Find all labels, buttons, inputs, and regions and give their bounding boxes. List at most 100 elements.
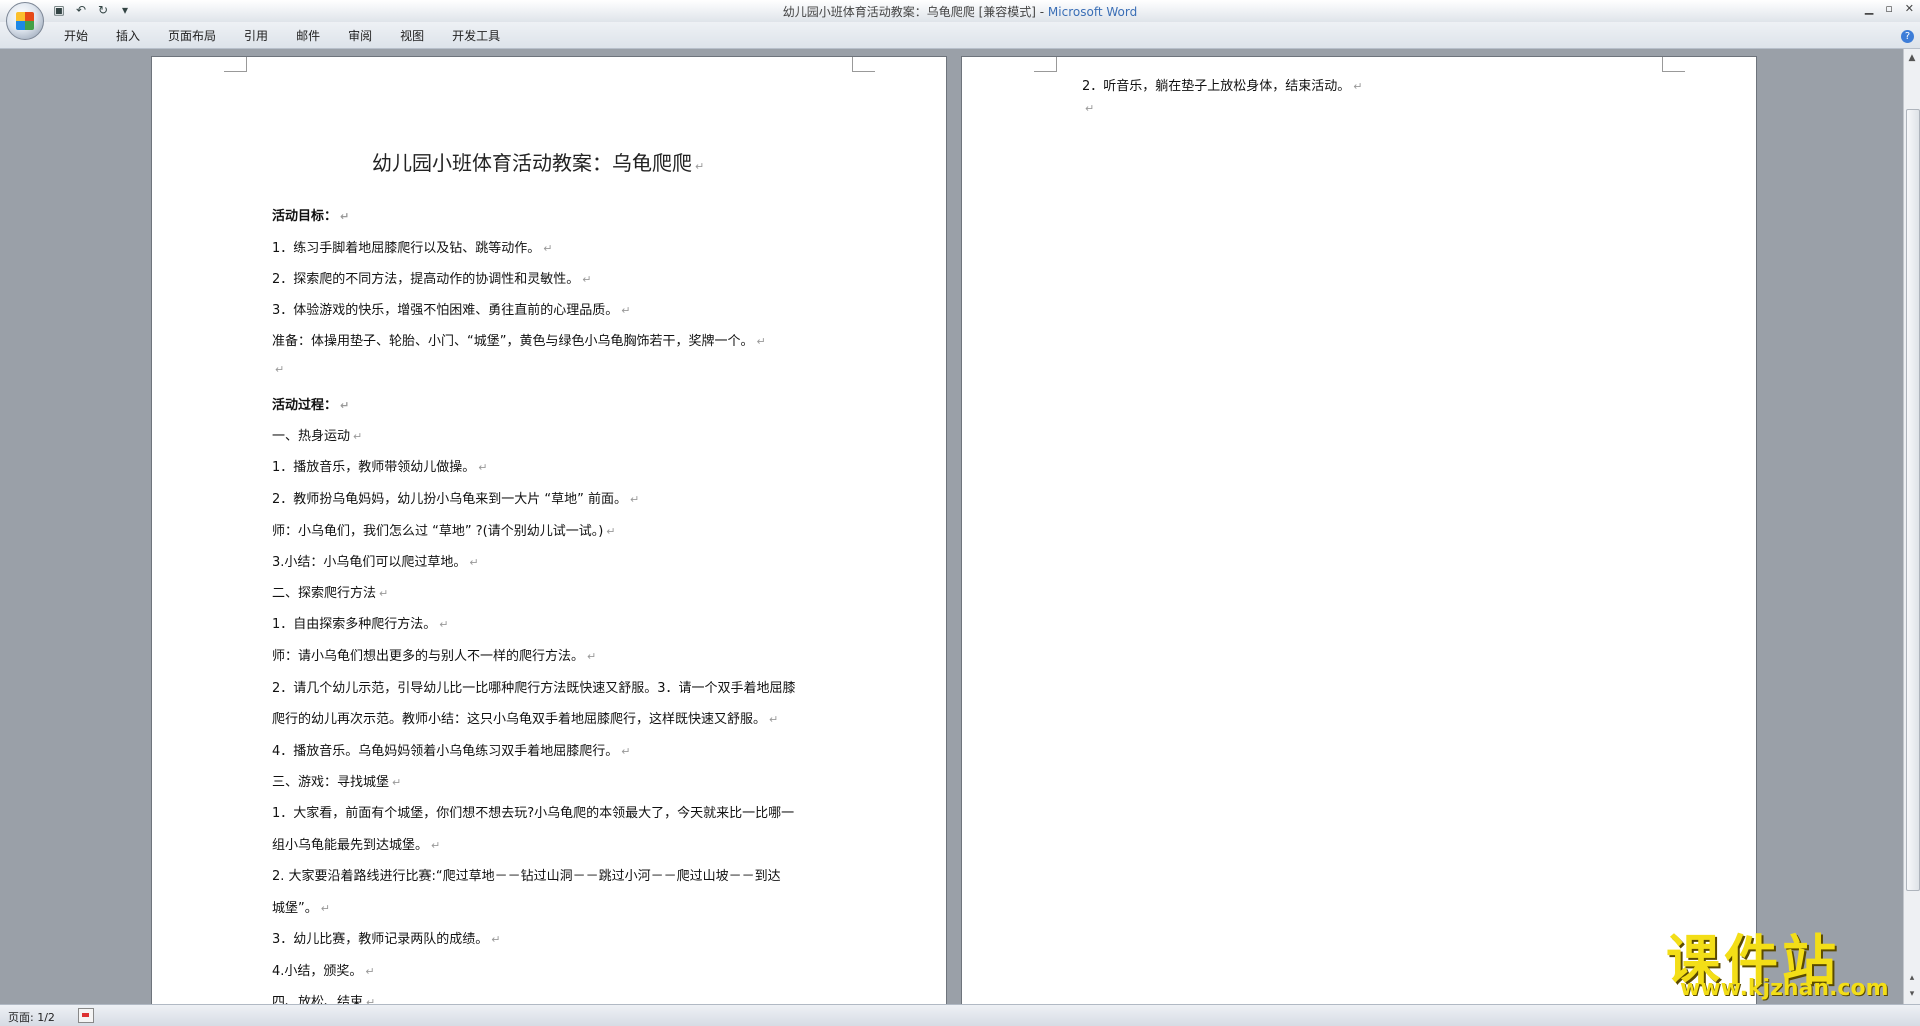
paragraph-mark-icon: ↵	[392, 776, 402, 789]
paragraph-mark-icon: ↵	[587, 650, 597, 663]
minimize-icon[interactable]: ▁	[1865, 2, 1873, 15]
scroll-up-icon[interactable]: ▲	[1905, 51, 1919, 65]
prev-page-icon[interactable]: ▴	[1905, 971, 1919, 985]
paragraph-mark-icon: ↵	[320, 902, 330, 915]
line-text: 2．听音乐，躺在垫子上放松身体，结束活动。	[1082, 79, 1351, 94]
paragraph-mark-icon: ↵	[621, 304, 631, 317]
tab-review[interactable]: 审阅	[334, 28, 386, 44]
document-page-1[interactable]: 幼儿园小班体育活动教案：乌龟爬爬 ↵ 活动目标： ↵ 1．练习手脚着地屈膝爬行以及钻、跳…	[152, 57, 946, 1004]
office-logo-icon	[16, 12, 34, 30]
line-text: 活动目标：	[272, 209, 338, 224]
line-text: 四、放松、结束	[272, 995, 364, 1004]
line-text: 师：请小乌龟们想出更多的与别人不一样的爬行方法。	[272, 649, 585, 664]
paragraph-mark-icon: ↵	[439, 618, 449, 631]
page-1-line: 2．探索爬的不同方法，提高动作的协调性和灵敏性。 ↵	[272, 268, 592, 287]
paragraph-mark-icon: ↵	[340, 399, 350, 412]
paragraph-mark-icon: ↵	[695, 160, 705, 173]
margin-marker	[852, 57, 875, 72]
close-icon[interactable]: ✕	[1905, 2, 1914, 15]
line-text: 组小乌龟能最先到达城堡。	[272, 838, 429, 853]
line-text: 城堡”。	[272, 901, 318, 916]
page-1-line: 4．播放音乐。乌龟妈妈领着小乌龟练习双手着地屈膝爬行。 ↵	[272, 740, 631, 759]
paragraph-mark-icon: ↵	[543, 242, 553, 255]
line-text: 三、游戏：寻找城堡	[272, 775, 390, 790]
line-text: 1．自由探索多种爬行方法。	[272, 617, 437, 632]
line-text: 幼儿园小班体育活动教案：乌龟爬爬	[372, 151, 692, 175]
line-text: 一、热身运动	[272, 429, 351, 444]
page-1-line: 三、游戏：寻找城堡 ↵	[272, 771, 401, 790]
margin-marker	[224, 57, 247, 72]
paragraph-mark-icon: ↵	[365, 965, 375, 978]
next-page-icon[interactable]: ▾	[1905, 987, 1919, 1001]
line-text: 4．播放音乐。乌龟妈妈领着小乌龟练习双手着地屈膝爬行。	[272, 744, 619, 759]
watermark-url: www.kjzhan.com	[1680, 976, 1889, 1001]
paragraph-mark-icon: ↵	[582, 273, 592, 286]
paragraph-mark-icon: ↵	[353, 430, 363, 443]
page-1-line: 3．幼儿比赛，教师记录两队的成绩。 ↵	[272, 928, 501, 947]
scroll-thumb[interactable]	[1906, 109, 1920, 891]
paragraph-mark-icon: ↵	[1085, 102, 1095, 115]
page-2-line: 2．听音乐，躺在垫子上放松身体，结束活动。 ↵	[1082, 75, 1363, 94]
page-1-line: ↵	[272, 362, 284, 377]
document-workspace[interactable]: 幼儿园小班体育活动教案：乌龟爬爬 ↵ 活动目标： ↵ 1．练习手脚着地屈膝爬行以及钻、跳…	[0, 49, 1904, 1004]
page-1-line: 城堡”。 ↵	[272, 897, 330, 916]
tab-page-layout[interactable]: 页面布局	[154, 28, 230, 44]
document-title: 幼儿园小班体育活动教案：乌龟爬爬 [兼容模式] -	[782, 5, 1048, 19]
tab-view[interactable]: 视图	[386, 28, 438, 44]
tab-references[interactable]: 引用	[230, 28, 282, 44]
page-1-line: 2. 大家要沿着路线进行比赛:“爬过草地－－钻过山洞－－跳过小河－－爬过山坡－－…	[272, 865, 781, 884]
line-text: 2．教师扮乌龟妈妈，幼儿扮小乌龟来到一大片 “草地” 前面。	[272, 492, 628, 507]
paragraph-mark-icon: ↵	[366, 996, 376, 1004]
page-1-line: 4.小结，颁奖。 ↵	[272, 960, 375, 979]
watermark-logo: 课件站 www.kjzhan.com	[1666, 916, 1898, 1008]
page-1-line: 1．大家看，前面有个城堡，你们想不想去玩?小乌龟爬的本领最大了，今天就来比一比哪…	[272, 802, 794, 821]
page-1-line: 2．教师扮乌龟妈妈，幼儿扮小乌龟来到一大片 “草地” 前面。 ↵	[272, 488, 639, 507]
line-text: 活动过程：	[272, 398, 338, 413]
tab-developer[interactable]: 开发工具	[438, 28, 514, 44]
page-1-line: 活动目标： ↵	[272, 205, 349, 224]
margin-marker	[1034, 57, 1057, 72]
paragraph-mark-icon: ↵	[469, 556, 479, 569]
tab-mailings[interactable]: 邮件	[282, 28, 334, 44]
paragraph-mark-icon: ↵	[340, 210, 350, 223]
window-controls: ▁ ▫ ✕	[1865, 2, 1914, 15]
page-count[interactable]: 页面: 1/2	[8, 1009, 55, 1025]
line-text: 爬行的幼儿再次示范。教师小结：这只小乌龟双手着地屈膝爬行，这样既快速又舒服。	[272, 712, 767, 727]
page-1-line: 师：请小乌龟们想出更多的与别人不一样的爬行方法。 ↵	[272, 645, 596, 664]
line-text: 准备：体操用垫子、轮胎、小门、“城堡”，黄色与绿色小乌龟胸饰若干，奖牌一个。	[272, 334, 754, 349]
page-1-line: 3.小结：小乌龟们可以爬过草地。 ↵	[272, 551, 479, 570]
paragraph-mark-icon: ↵	[630, 493, 640, 506]
office-button[interactable]	[6, 2, 44, 40]
line-text: 4.小结，颁奖。	[272, 964, 363, 979]
paragraph-mark-icon: ↵	[769, 713, 779, 726]
page-1-line: 活动过程： ↵	[272, 394, 349, 413]
line-text: 3.小结：小乌龟们可以爬过草地。	[272, 555, 467, 570]
paragraph-mark-icon: ↵	[756, 335, 766, 348]
paragraph-mark-icon: ↵	[606, 525, 616, 538]
line-text: 1．大家看，前面有个城堡，你们想不想去玩?小乌龟爬的本领最大了，今天就来比一比哪…	[272, 806, 795, 821]
tab-insert[interactable]: 插入	[102, 28, 154, 44]
help-icon[interactable]: ?	[1901, 30, 1914, 43]
page-1-line: 1．练习手脚着地屈膝爬行以及钻、跳等动作。 ↵	[272, 237, 553, 256]
paragraph-mark-icon: ↵	[379, 587, 389, 600]
tab-home[interactable]: 开始	[50, 28, 102, 44]
page-1-line: 二、探索爬行方法 ↵	[272, 582, 388, 601]
page-1-line: 四、放松、结束 ↵	[272, 991, 375, 1004]
page-1-line: 师：小乌龟们，我们怎么过 “草地” ?(请个别幼儿试一试。) ↵	[272, 520, 616, 539]
proofing-icon[interactable]	[78, 1008, 94, 1023]
maximize-icon[interactable]: ▫	[1885, 2, 1892, 15]
document-page-2[interactable]: 2．听音乐，躺在垫子上放松身体，结束活动。 ↵ ↵	[962, 57, 1756, 1004]
line-text: 3．幼儿比赛，教师记录两队的成绩。	[272, 932, 489, 947]
vertical-scrollbar[interactable]: ▲ ▴ ▾	[1903, 49, 1920, 1004]
paragraph-mark-icon: ↵	[431, 839, 441, 852]
line-text: 2．请几个幼儿示范，引导幼儿比一比哪种爬行方法既快速又舒服。3．请一个双手着地屈…	[272, 681, 796, 696]
paragraph-mark-icon: ↵	[621, 745, 631, 758]
page-1-line: 一、热身运动 ↵	[272, 425, 362, 444]
document-title: 幼儿园小班体育活动教案：乌龟爬爬 ↵	[372, 147, 704, 176]
margin-marker	[1662, 57, 1685, 72]
page-1-line: 1．自由探索多种爬行方法。 ↵	[272, 613, 449, 632]
line-text: 3．体验游戏的快乐，增强不怕困难、勇往直前的心理品质。	[272, 303, 619, 318]
ribbon-tabs: 开始 插入 页面布局 引用 邮件 审阅 视图 开发工具	[0, 22, 1920, 49]
window-title: 幼儿园小班体育活动教案：乌龟爬爬 [兼容模式] - Microsoft Word	[0, 3, 1920, 20]
page-1-line: 组小乌龟能最先到达城堡。 ↵	[272, 834, 440, 853]
